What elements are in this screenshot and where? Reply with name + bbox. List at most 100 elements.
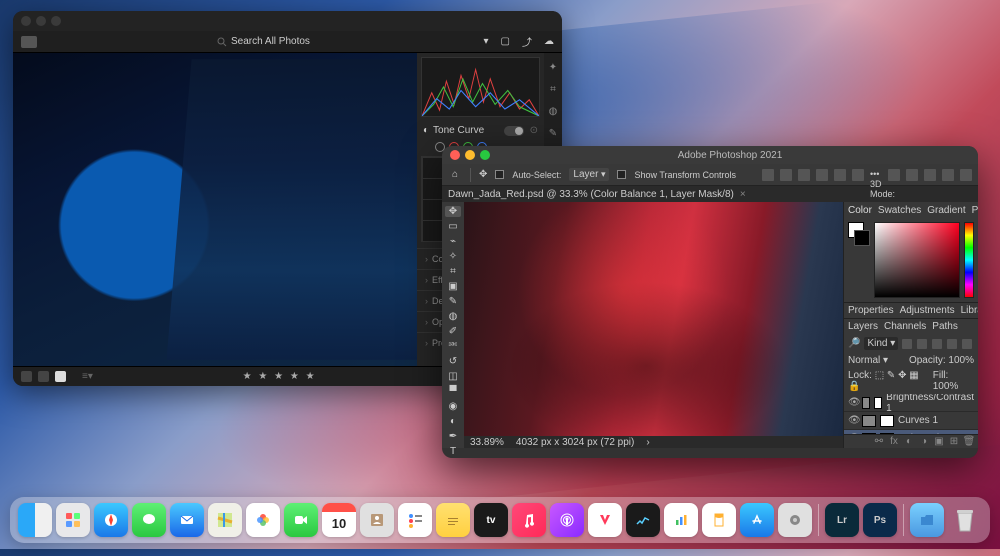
align-icon[interactable] bbox=[852, 169, 864, 181]
3d-icon[interactable] bbox=[924, 169, 936, 181]
filter-pixel-icon[interactable] bbox=[902, 339, 912, 349]
mask-thumb[interactable] bbox=[874, 397, 882, 409]
search-icon[interactable]: 🔎 bbox=[848, 338, 860, 349]
dock-calendar[interactable]: 10 bbox=[322, 503, 356, 537]
dock-reminders[interactable] bbox=[398, 503, 432, 537]
align-icon[interactable] bbox=[762, 169, 774, 181]
transform-checkbox[interactable] bbox=[617, 170, 626, 179]
dock-messages[interactable] bbox=[132, 503, 166, 537]
group-icon[interactable]: ▣ bbox=[934, 437, 944, 447]
dock-lightroom[interactable]: Lr bbox=[825, 503, 859, 537]
dock-photoshop[interactable]: Ps bbox=[863, 503, 897, 537]
dock-trash[interactable] bbox=[948, 503, 982, 537]
tab-libraries[interactable]: Libraries bbox=[961, 305, 978, 316]
status-zoom[interactable]: 33.89% bbox=[470, 437, 504, 448]
fx-icon[interactable]: fx bbox=[889, 437, 899, 447]
close-button[interactable] bbox=[450, 150, 460, 160]
close-tab-icon[interactable]: × bbox=[740, 189, 746, 200]
dock-downloads[interactable] bbox=[910, 503, 944, 537]
lr-canvas[interactable] bbox=[13, 53, 417, 366]
dock-music[interactable] bbox=[512, 503, 546, 537]
sort-icon[interactable]: ≡▾ bbox=[82, 371, 93, 382]
eraser-tool-icon[interactable]: ◫ bbox=[445, 371, 461, 382]
dock-appstore[interactable] bbox=[740, 503, 774, 537]
brush-icon[interactable]: ✎ bbox=[547, 127, 559, 139]
home-icon[interactable]: ⌂ bbox=[448, 168, 462, 182]
delete-icon[interactable]: 🗑 bbox=[964, 437, 974, 447]
crop-tool-icon[interactable]: ⌗ bbox=[445, 266, 461, 277]
edit-icon[interactable]: ✦ bbox=[547, 61, 559, 73]
adjustment-icon[interactable]: ◑ bbox=[919, 437, 929, 447]
canvas-image[interactable] bbox=[464, 202, 843, 436]
lasso-tool-icon[interactable]: ⌁ bbox=[445, 236, 461, 247]
autoselect-checkbox[interactable] bbox=[495, 170, 504, 179]
filter-icon[interactable]: ▾ bbox=[484, 36, 489, 47]
dock-contacts[interactable] bbox=[360, 503, 394, 537]
dock-photos[interactable] bbox=[246, 503, 280, 537]
layer-row[interactable]: 👁Curves 1 bbox=[844, 412, 978, 430]
tone-curve-toggle[interactable] bbox=[504, 126, 524, 136]
search-input[interactable]: Search All Photos bbox=[217, 34, 367, 50]
link-icon[interactable]: ⚯ bbox=[874, 437, 884, 447]
layer-thumb[interactable] bbox=[862, 397, 870, 409]
align-icon[interactable] bbox=[816, 169, 828, 181]
move-tool-icon[interactable]: ✥ bbox=[445, 206, 461, 217]
heal-tool-icon[interactable]: ◍ bbox=[445, 311, 461, 322]
move-tool-icon[interactable]: ✥ bbox=[479, 169, 487, 180]
filter-type-icon[interactable] bbox=[932, 339, 942, 349]
dock-finder[interactable] bbox=[18, 503, 52, 537]
crop-icon[interactable]: ⌗ bbox=[547, 83, 559, 95]
maximize-button[interactable] bbox=[480, 150, 490, 160]
maximize-button[interactable] bbox=[51, 16, 61, 26]
align-icon[interactable] bbox=[798, 169, 810, 181]
compare-view-icon[interactable] bbox=[38, 371, 49, 382]
layer-thumb[interactable] bbox=[862, 415, 876, 427]
blend-mode[interactable]: Normal ▾ bbox=[848, 355, 888, 366]
3d-icon[interactable] bbox=[888, 169, 900, 181]
align-icon[interactable] bbox=[780, 169, 792, 181]
cloud-icon[interactable]: ☁ bbox=[544, 36, 554, 47]
dock-tv[interactable]: tv bbox=[474, 503, 508, 537]
dock-numbers[interactable] bbox=[664, 503, 698, 537]
status-chevron-icon[interactable]: › bbox=[646, 437, 649, 448]
close-button[interactable] bbox=[21, 16, 31, 26]
minimize-button[interactable] bbox=[36, 16, 46, 26]
lock-icon[interactable]: ✎ bbox=[887, 370, 895, 381]
lock-icon[interactable]: ✥ bbox=[898, 370, 906, 381]
stamp-tool-icon[interactable]: ⎃ bbox=[445, 341, 461, 352]
minimize-button[interactable] bbox=[465, 150, 475, 160]
dock-notes[interactable] bbox=[436, 503, 470, 537]
dock-launchpad[interactable] bbox=[56, 503, 90, 537]
history-brush-icon[interactable]: ↺ bbox=[445, 356, 461, 367]
dock-stocks[interactable] bbox=[626, 503, 660, 537]
document-tab[interactable]: Dawn_Jada_Red.psd @ 33.3% (Color Balance… bbox=[448, 189, 746, 200]
visibility-icon[interactable]: 👁 bbox=[848, 397, 858, 408]
dock-pages[interactable] bbox=[702, 503, 736, 537]
tab-patterns[interactable]: Patterns bbox=[972, 205, 978, 216]
mask-thumb[interactable] bbox=[880, 415, 894, 427]
type-tool-icon[interactable]: T bbox=[445, 446, 461, 457]
heal-icon[interactable]: ◍ bbox=[547, 105, 559, 117]
lock-icon[interactable]: ⬚ bbox=[875, 370, 884, 381]
detail-view-icon[interactable] bbox=[55, 371, 66, 382]
tab-layers[interactable]: Layers bbox=[848, 321, 878, 332]
lock-icon[interactable]: 🔒 bbox=[848, 381, 860, 392]
dock-mail[interactable] bbox=[170, 503, 204, 537]
hue-slider[interactable] bbox=[964, 222, 974, 298]
dock-news[interactable] bbox=[588, 503, 622, 537]
gradient-tool-icon[interactable]: ▀ bbox=[445, 386, 461, 397]
dock-facetime[interactable] bbox=[284, 503, 318, 537]
tab-swatches[interactable]: Swatches bbox=[878, 205, 921, 216]
dodge-tool-icon[interactable]: ◐ bbox=[445, 416, 461, 427]
filter-adj-icon[interactable] bbox=[917, 339, 927, 349]
dock-maps[interactable] bbox=[208, 503, 242, 537]
frame-tool-icon[interactable]: ▣ bbox=[445, 281, 461, 292]
filter-shape-icon[interactable] bbox=[947, 339, 957, 349]
single-view-icon[interactable]: ▢ bbox=[501, 36, 510, 47]
grid-view-icon[interactable] bbox=[21, 371, 32, 382]
filter-kind[interactable]: Kind ▾ bbox=[864, 337, 898, 350]
marquee-tool-icon[interactable]: ▭ bbox=[445, 221, 461, 232]
opacity-value[interactable]: 100% bbox=[948, 355, 974, 366]
new-layer-icon[interactable]: ⊞ bbox=[949, 437, 959, 447]
align-icon[interactable] bbox=[834, 169, 846, 181]
